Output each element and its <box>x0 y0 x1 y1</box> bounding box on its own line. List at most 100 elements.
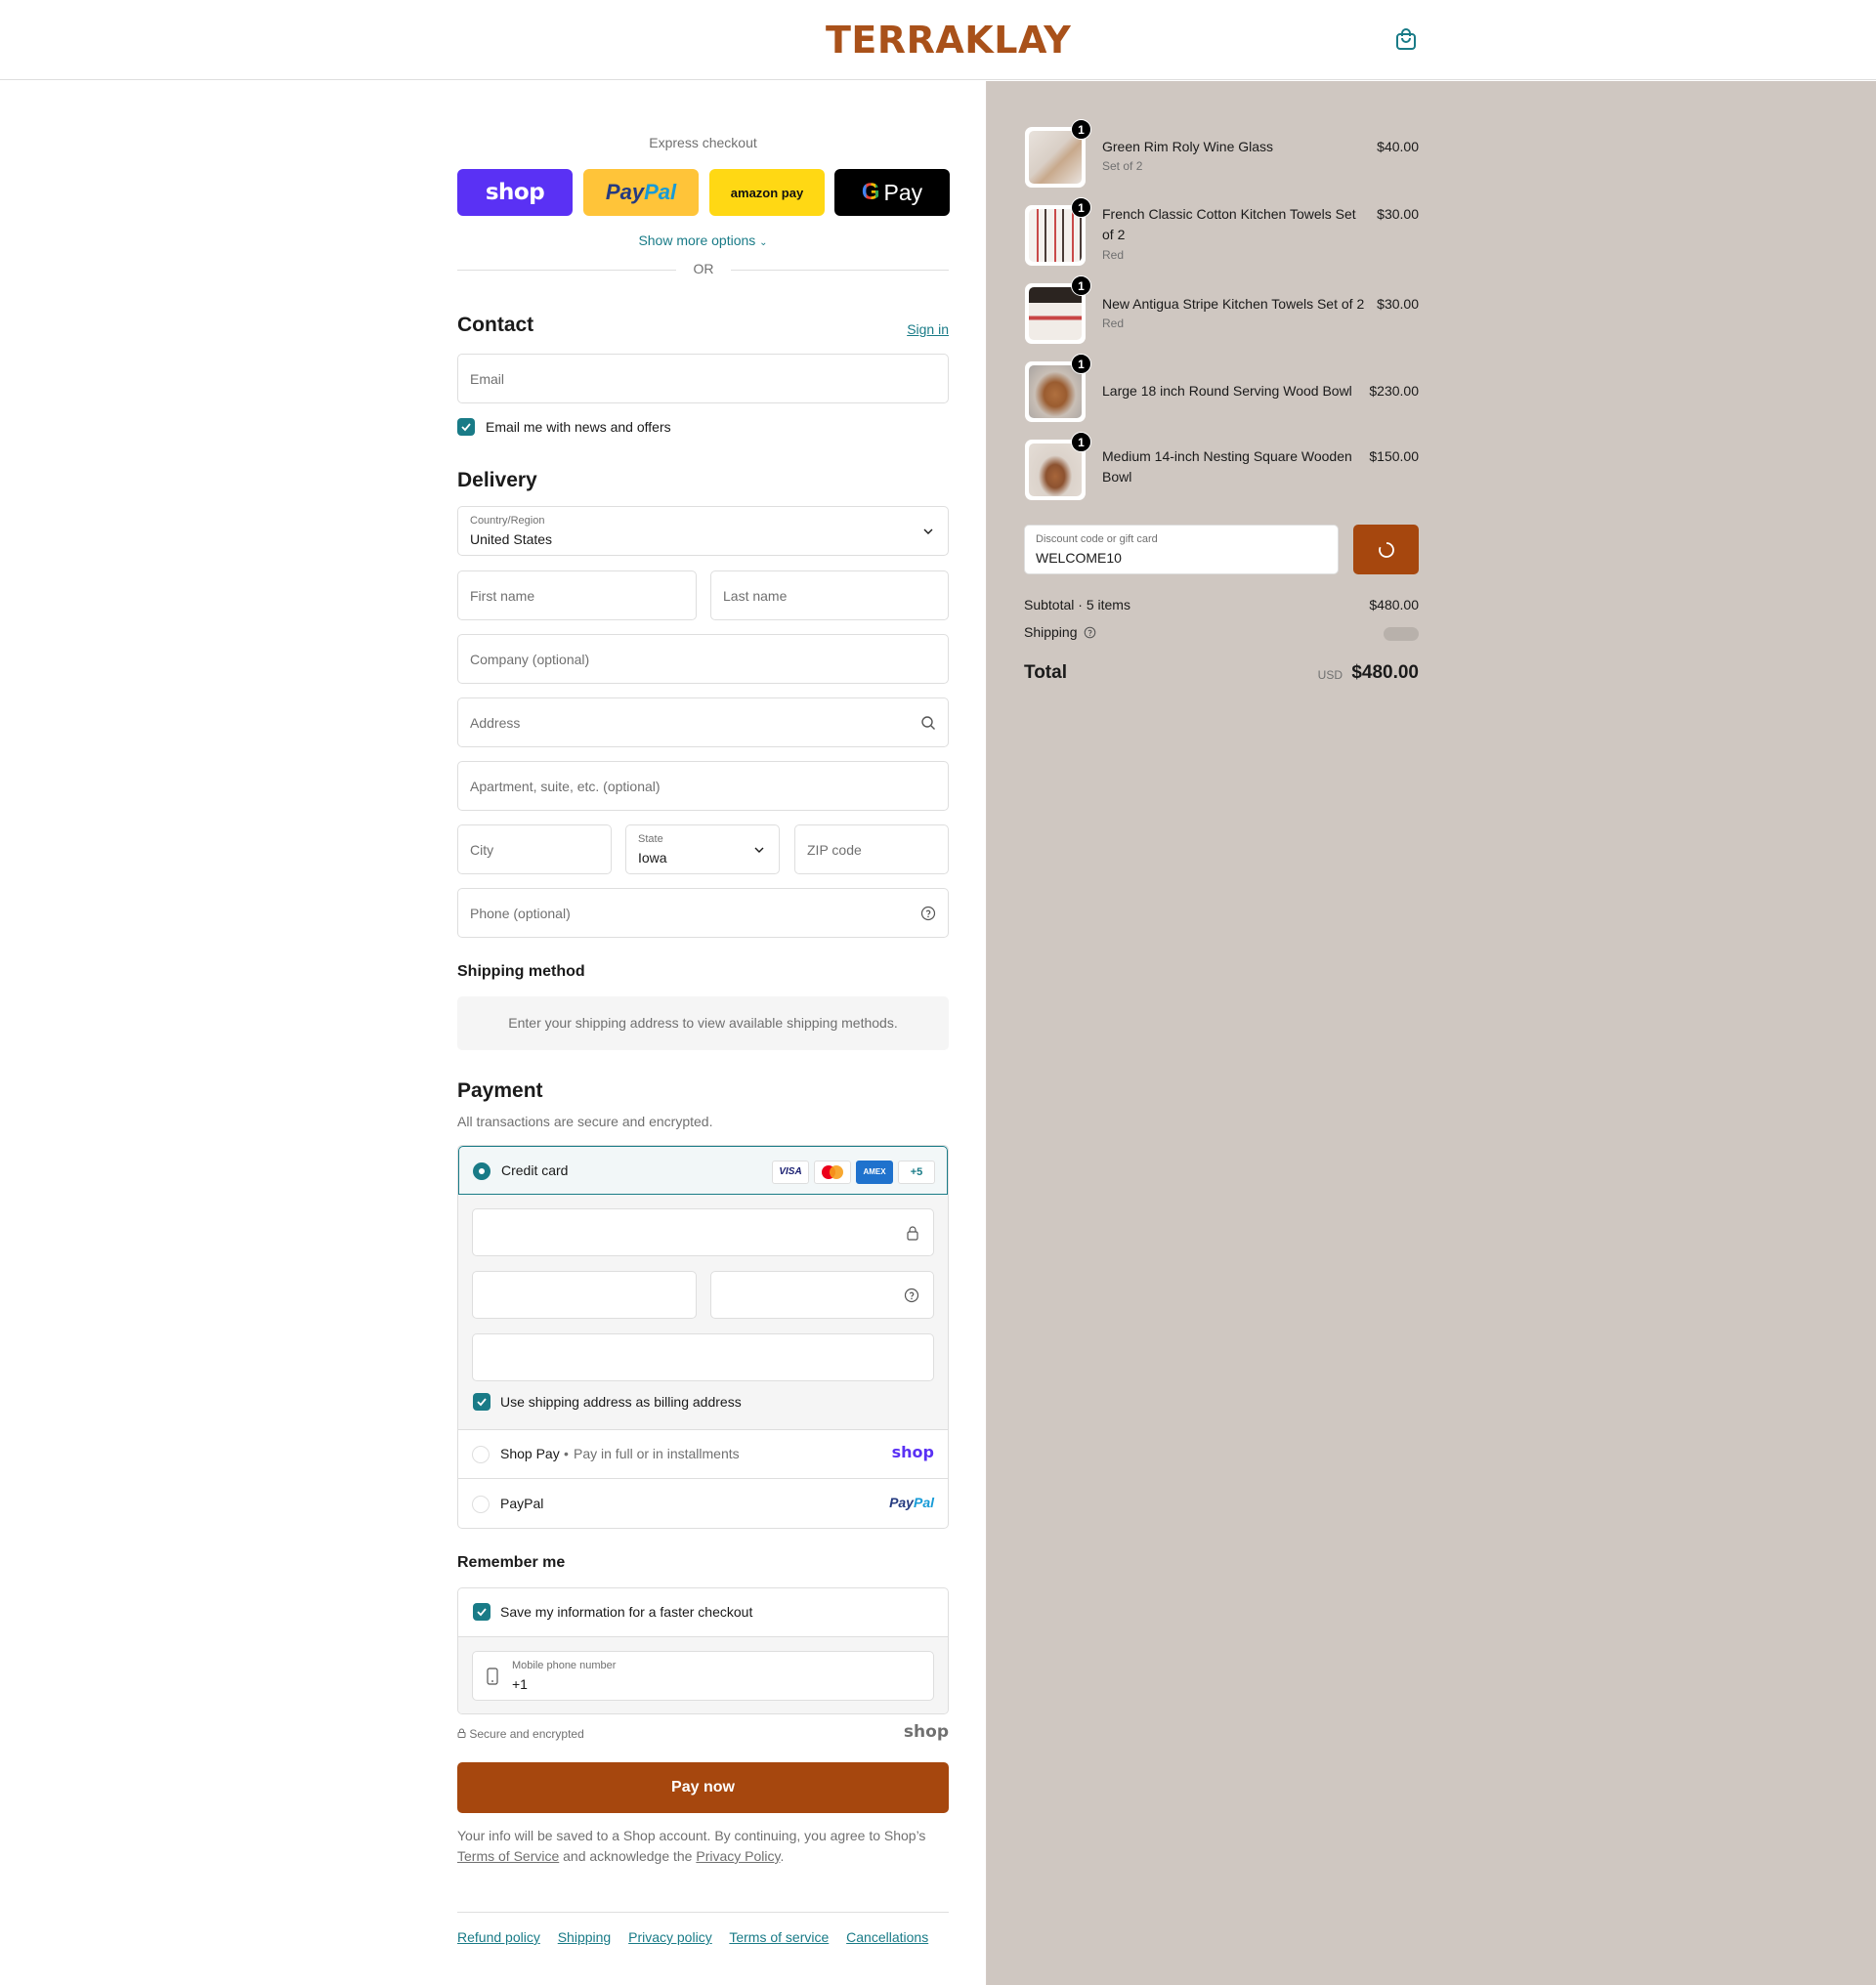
mobile-phone-field[interactable]: Mobile phone number +1 <box>472 1651 934 1701</box>
credit-card-radio[interactable] <box>473 1162 490 1180</box>
express-checkout-title: Express checkout <box>649 135 757 150</box>
item-price: $230.00 <box>1369 383 1419 399</box>
zip-field[interactable]: ZIP code <box>794 824 949 874</box>
help-icon[interactable] <box>1084 626 1096 642</box>
quantity-badge: 1 <box>1071 354 1091 374</box>
chevron-down-icon <box>751 842 767 858</box>
lock-icon <box>906 1225 919 1246</box>
card-number-field[interactable] <box>472 1208 934 1256</box>
item-price: $30.00 <box>1377 296 1419 312</box>
cart-item: 1 Large 18 inch Round Serving Wood Bowl … <box>1024 354 1419 425</box>
subtotal-row: Subtotal · 5 items $480.00 <box>1024 597 1419 612</box>
privacy-policy-footer-link[interactable]: Privacy policy <box>628 1929 712 1945</box>
help-icon[interactable] <box>904 1288 919 1308</box>
terms-of-service-link[interactable]: Terms of Service <box>457 1848 559 1864</box>
shop-pay-subtitle: Pay in full or in installments <box>574 1446 740 1461</box>
paypal-label: PayPal <box>500 1496 544 1511</box>
shop-pay-radio[interactable] <box>472 1446 490 1463</box>
secure-encrypted-note: Secure and encrypted <box>457 1727 584 1741</box>
state-select[interactable]: State Iowa <box>625 824 780 874</box>
total-row: Total USD $480.00 <box>1024 662 1419 688</box>
item-price: $30.00 <box>1377 206 1419 222</box>
billing-address-checkbox[interactable] <box>473 1393 490 1411</box>
paypal-radio[interactable] <box>472 1496 490 1513</box>
search-icon <box>920 715 936 731</box>
chevron-down-icon: ⌄ <box>759 237 768 248</box>
remember-me-heading: Remember me <box>457 1554 566 1571</box>
amex-icon: AMEX <box>856 1161 893 1184</box>
shop-pay-logo: shop <box>891 1443 934 1461</box>
shipping-link[interactable]: Shipping <box>558 1929 612 1945</box>
credit-card-form: Use shipping address as billing address <box>458 1195 948 1430</box>
billing-address-label: Use shipping address as billing address <box>500 1394 742 1410</box>
company-field[interactable]: Company (optional) <box>457 634 949 684</box>
cart-item: 1 French Classic Cotton Kitchen Towels S… <box>1024 197 1419 269</box>
apartment-field[interactable]: Apartment, suite, etc. (optional) <box>457 761 949 811</box>
shipping-method-heading: Shipping method <box>457 963 585 980</box>
google-g-icon: G <box>861 179 880 205</box>
item-variant: Set of 2 <box>1102 159 1143 173</box>
header: TERRAKLAY <box>0 0 1876 80</box>
save-info-label: Save my information for a faster checkou… <box>500 1604 753 1620</box>
quantity-badge: 1 <box>1071 275 1091 296</box>
amazon-pay-express-button[interactable]: amazon pay <box>709 169 825 216</box>
item-variant: Red <box>1102 248 1125 262</box>
cart-item: 1 Medium 14-inch Nesting Square Wooden Bo… <box>1024 432 1419 503</box>
paypal-logo: PayPal <box>889 1495 934 1510</box>
address-field[interactable]: Address <box>457 697 949 747</box>
email-field[interactable]: Email <box>457 354 949 403</box>
currency-code: USD <box>1317 668 1343 682</box>
show-more-options-link[interactable]: Show more options ⌄ <box>457 232 949 248</box>
shop-pay-label: Shop Pay <box>500 1446 560 1461</box>
expiration-date-field[interactable] <box>472 1271 697 1319</box>
quantity-badge: 1 <box>1071 197 1091 218</box>
last-name-field[interactable]: Last name <box>710 570 949 620</box>
payment-methods: Credit card VISA AMEX +5 Use shipping ad… <box>457 1145 949 1529</box>
total-label: Total <box>1024 662 1067 683</box>
paypal-express-button[interactable]: Pay Pal <box>583 169 699 216</box>
quantity-badge: 1 <box>1071 119 1091 140</box>
credit-card-option[interactable]: Credit card VISA AMEX +5 <box>458 1146 948 1195</box>
lock-icon <box>457 1727 466 1741</box>
visa-icon: VISA <box>772 1161 809 1184</box>
cart-item: 1 New Antigua Stripe Kitchen Towels Set … <box>1024 275 1419 347</box>
shipping-label: Shipping <box>1024 624 1078 640</box>
privacy-policy-link[interactable]: Privacy Policy <box>696 1848 780 1864</box>
bullet: • <box>564 1446 569 1461</box>
footer-divider <box>457 1912 949 1913</box>
shop-pay-option[interactable]: Shop Pay • Pay in full or in installment… <box>458 1430 948 1479</box>
pay-now-button[interactable]: Pay now <box>457 1762 949 1813</box>
security-code-field[interactable] <box>710 1271 934 1319</box>
name-on-card-field[interactable] <box>472 1333 934 1381</box>
shop-pay-express-button[interactable]: shop <box>457 169 573 216</box>
paypal-option[interactable]: PayPal PayPal <box>458 1480 948 1528</box>
newsletter-checkbox[interactable] <box>457 418 475 436</box>
shopping-bag-icon[interactable] <box>1395 27 1417 51</box>
help-icon[interactable] <box>920 906 936 921</box>
item-name: Green Rim Roly Wine Glass <box>1102 139 1274 154</box>
more-cards-badge: +5 <box>898 1161 935 1184</box>
apply-discount-button[interactable] <box>1353 525 1419 574</box>
sign-in-link[interactable]: Sign in <box>907 321 949 337</box>
item-name: French Classic Cotton Kitchen Towels Set… <box>1102 206 1356 242</box>
subtotal-label: Subtotal · 5 items <box>1024 597 1130 612</box>
refund-policy-link[interactable]: Refund policy <box>457 1929 540 1945</box>
store-logo[interactable]: TERRAKLAY <box>826 19 1071 62</box>
discount-code-field[interactable]: Discount code or gift card WELCOME10 <box>1024 525 1339 574</box>
google-pay-express-button[interactable]: G Pay <box>834 169 950 216</box>
remember-me-box: Save my information for a faster checkou… <box>457 1587 949 1714</box>
item-price: $40.00 <box>1377 139 1419 154</box>
shipping-row: Shipping <box>1024 624 1419 642</box>
city-field[interactable]: City <box>457 824 612 874</box>
phone-field[interactable]: Phone (optional) <box>457 888 949 938</box>
terms-of-service-footer-link[interactable]: Terms of service <box>729 1929 829 1945</box>
delivery-heading: Delivery <box>457 469 537 491</box>
cancellations-link[interactable]: Cancellations <box>846 1929 928 1945</box>
item-variant: Red <box>1102 317 1125 330</box>
shop-logo: shop <box>903 1722 949 1742</box>
save-info-checkbox[interactable] <box>473 1603 490 1621</box>
country-select[interactable]: Country/Region United States <box>457 506 949 556</box>
first-name-field[interactable]: First name <box>457 570 697 620</box>
mastercard-icon <box>814 1161 851 1184</box>
loading-spinner-icon <box>1379 542 1394 558</box>
